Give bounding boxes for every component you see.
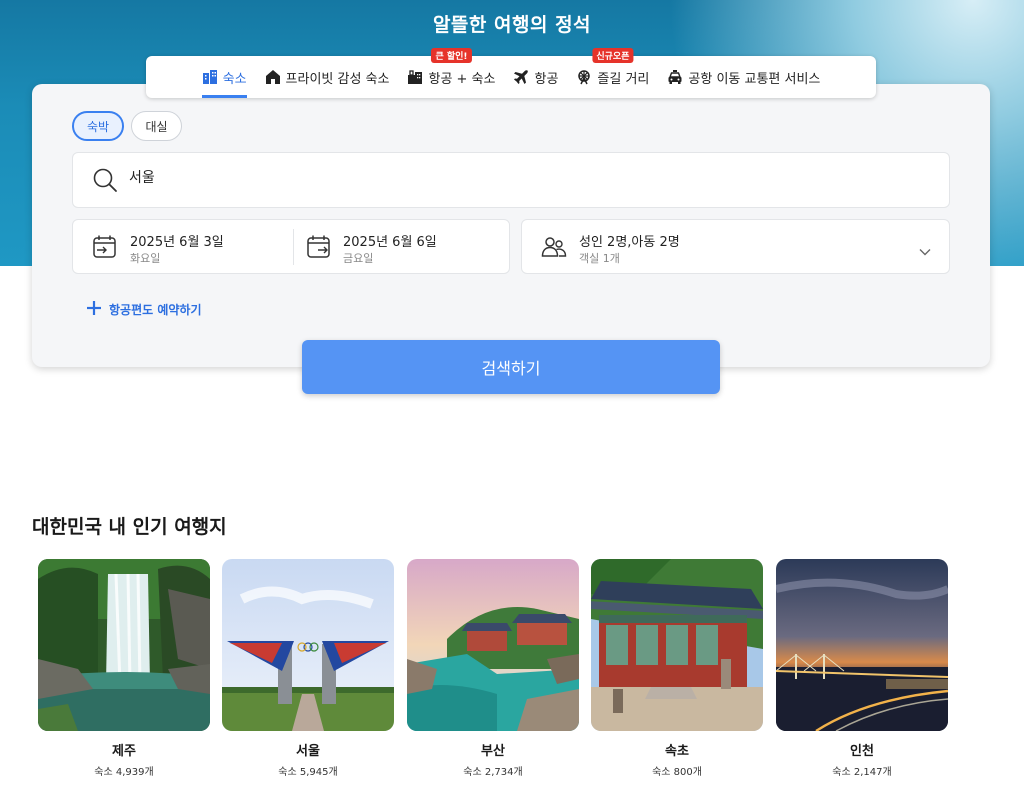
date-divider [293,229,294,265]
destination-card-seoul[interactable]: 서울 숙소 5,945개 [222,559,394,778]
tab-flights[interactable]: 항공 [513,56,558,98]
destination-card-jeju[interactable]: 제주 숙소 4,939개 [38,559,210,778]
add-flight-link[interactable]: 항공편도 예약하기 [87,301,202,318]
checkin-calendar-icon [92,234,118,264]
incheon-bridge-image [776,559,948,731]
taxi-icon [667,69,683,85]
add-flight-label: 항공편도 예약하기 [109,303,202,317]
tab-label: 항공 [534,71,559,87]
destination-count: 숙소 4,939개 [94,767,154,778]
tab-label: 프라이빗 감성 숙소 [285,71,390,87]
destination-count: 숙소 2,147개 [832,767,892,778]
ferris-wheel-icon [576,69,592,85]
chip-stay[interactable]: 숙박 [72,111,124,141]
destination-count: 숙소 2,734개 [463,767,523,778]
destination-count: 숙소 5,945개 [278,767,338,778]
tab-label: 공항 이동 교통편 서비스 [688,71,821,87]
destination-name: 서울 [296,744,320,759]
plus-icon [87,301,101,318]
destination-field[interactable] [72,152,950,208]
guests-summary: 성인 2명,아동 2명 [579,235,680,250]
checkout-weekday: 금요일 [343,252,374,265]
tab-flight-hotel[interactable]: 큰 할인! 항공 + 숙소 [407,48,496,98]
house-icon [265,69,281,85]
sokcho-temple-image [591,559,763,731]
new-badge: 신규오픈 [592,48,634,63]
destination-name: 속초 [665,744,689,759]
chip-day-use[interactable]: 대실 [131,111,182,141]
destination-name: 제주 [112,744,136,759]
destination-card-busan[interactable]: 부산 숙소 2,734개 [407,559,579,778]
jeju-waterfall-image [38,559,210,731]
search-icon [92,167,118,197]
search-button[interactable]: 검색하기 [302,340,720,394]
seoul-gate-image [222,559,394,731]
checkin-date: 2025년 6월 3일 [130,235,224,250]
hotel-icon [202,69,218,85]
plane-icon [513,69,529,85]
tab-label: 즐길 거리 [597,71,650,87]
guests-field[interactable]: 성인 2명,아동 2명 객실 1개 [521,219,950,274]
tab-private-stays[interactable]: 프라이빗 감성 숙소 [265,56,390,98]
tab-label: 항공 + 숙소 [428,71,496,87]
destination-count: 숙소 800개 [652,767,702,778]
tab-hotels[interactable]: 숙소 [201,56,247,98]
busan-temple-image [407,559,579,731]
hero-title: 알뜰한 여행의 정석 [432,14,592,36]
tab-label: 숙소 [222,71,247,87]
package-icon [407,69,423,85]
popular-section-title: 대한민국 내 인기 여행지 [32,516,227,538]
chevron-down-icon [919,241,931,260]
tab-airport-transfer[interactable]: 공항 이동 교통편 서비스 [667,56,820,98]
checkin-weekday: 화요일 [130,252,161,265]
checkout-date: 2025년 6월 6일 [343,235,437,250]
destination-card-incheon[interactable]: 인천 숙소 2,147개 [776,559,948,778]
tab-activities[interactable]: 신규오픈 즐길 거리 [576,48,650,98]
search-panel: 숙박 대실 2025년 6월 3일 화요일 2025년 6월 6일 금요일 성인… [32,84,990,367]
destination-name: 부산 [481,744,505,759]
rooms-count: 객실 1개 [579,252,620,265]
destination-name: 인천 [850,744,874,759]
checkout-calendar-icon [306,234,332,264]
date-field[interactable]: 2025년 6월 3일 화요일 2025년 6월 6일 금요일 [72,219,510,274]
product-tabs: 숙소 프라이빗 감성 숙소 큰 할인! 항공 + 숙소 항공 신규오픈 즐길 거… [146,48,876,98]
discount-badge: 큰 할인! [431,48,472,63]
destination-input[interactable] [129,169,909,185]
destination-card-sokcho[interactable]: 속초 숙소 800개 [591,559,763,778]
people-icon [541,235,567,263]
